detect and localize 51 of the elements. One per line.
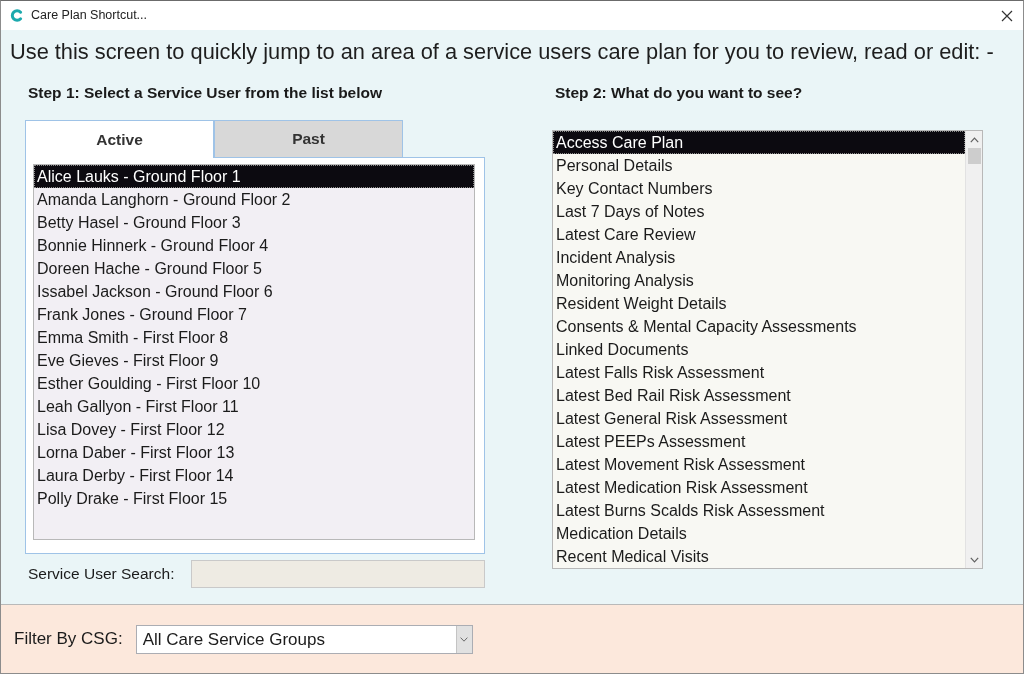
list-item[interactable]: Latest Medication Risk Assessment xyxy=(553,476,965,499)
list-item[interactable]: Alice Lauks - Ground Floor 1 xyxy=(34,165,474,188)
close-icon[interactable] xyxy=(1001,9,1013,22)
step-label: Step 1: Select a Service User from the list below xyxy=(28,83,384,103)
list-item[interactable]: Medication Details xyxy=(553,522,965,545)
list-item[interactable]: Frank Jones - Ground Floor 7 xyxy=(34,303,474,326)
list-item[interactable]: Leah Gallyon - First Floor 11 xyxy=(34,395,474,418)
list-item[interactable]: Latest Bed Rail Risk Assessment xyxy=(553,384,965,407)
window-title: Care Plan Shortcut... xyxy=(31,7,148,25)
filter-label: Filter By CSG: xyxy=(14,628,123,651)
list-item[interactable]: Betty Hasel - Ground Floor 3 xyxy=(34,211,474,234)
list-item[interactable]: Emma Smith - First Floor 8 xyxy=(34,326,474,349)
list-item[interactable]: Resident Weight Details xyxy=(553,292,965,315)
list-item[interactable]: Consents & Mental Capacity Assessments xyxy=(553,315,965,338)
list-item[interactable]: Lisa Dovey - First Floor 12 xyxy=(34,418,474,441)
options-listbox[interactable] xyxy=(552,130,983,569)
list-item[interactable]: Last 7 Days of Notes xyxy=(553,200,965,223)
list-item[interactable]: Laura Derby - First Floor 14 xyxy=(34,464,474,487)
scrollbar-thumb[interactable] xyxy=(967,148,981,164)
app-logo-icon xyxy=(10,9,23,22)
list-item[interactable]: Key Contact Numbers xyxy=(553,177,965,200)
chevron-up-icon[interactable] xyxy=(969,137,979,143)
list-item[interactable]: Monitoring Analysis xyxy=(553,269,965,292)
list-item[interactable]: Lorna Daber - First Floor 13 xyxy=(34,441,474,464)
list-item[interactable]: Latest Burns Scalds Risk Assessment xyxy=(553,499,965,522)
tab[interactable]: Active xyxy=(25,120,214,158)
list-item[interactable]: Issabel Jackson - Ground Floor 6 xyxy=(34,280,474,303)
list-item[interactable]: Latest General Risk Assessment xyxy=(553,407,965,430)
list-item[interactable]: Personal Details xyxy=(553,154,965,177)
list-item[interactable]: Bonnie Hinnerk - Ground Floor 4 xyxy=(34,234,474,257)
instructions-text: Use this screen to quickly jump to an area of a service users care plan for you to review, read or edit: - xyxy=(10,40,995,64)
list-item[interactable]: Recent Medical Visits xyxy=(553,545,965,568)
list-item[interactable]: Latest Movement Risk Assessment xyxy=(553,453,965,476)
list-item[interactable]: Doreen Hache - Ground Floor 5 xyxy=(34,257,474,280)
step-label: Step 2: What do you want to see? xyxy=(555,83,804,103)
list-item[interactable]: Esther Goulding - First Floor 10 xyxy=(34,372,474,395)
list-item[interactable]: Incident Analysis xyxy=(553,246,965,269)
csg-dropdown[interactable]: All Care Service Groups xyxy=(135,624,473,654)
list-item[interactable]: Latest Falls Risk Assessment xyxy=(553,361,965,384)
search-field[interactable] xyxy=(191,560,485,588)
list-item[interactable]: Access Care Plan xyxy=(553,131,965,154)
list-item[interactable]: Latest Care Review xyxy=(553,223,965,246)
list-item[interactable]: Linked Documents xyxy=(553,338,965,361)
list-item[interactable]: Eve Gieves - First Floor 9 xyxy=(34,349,474,372)
search-label: Service User Search: xyxy=(28,564,175,585)
list-item[interactable]: Amanda Langhorn - Ground Floor 2 xyxy=(34,188,474,211)
tab[interactable]: Past xyxy=(214,120,403,157)
chevron-down-icon xyxy=(460,636,469,642)
chevron-down-icon[interactable] xyxy=(969,557,979,563)
list-item[interactable]: Polly Drake - First Floor 15 xyxy=(34,487,474,510)
list-item[interactable]: Latest PEEPs Assessment xyxy=(553,430,965,453)
